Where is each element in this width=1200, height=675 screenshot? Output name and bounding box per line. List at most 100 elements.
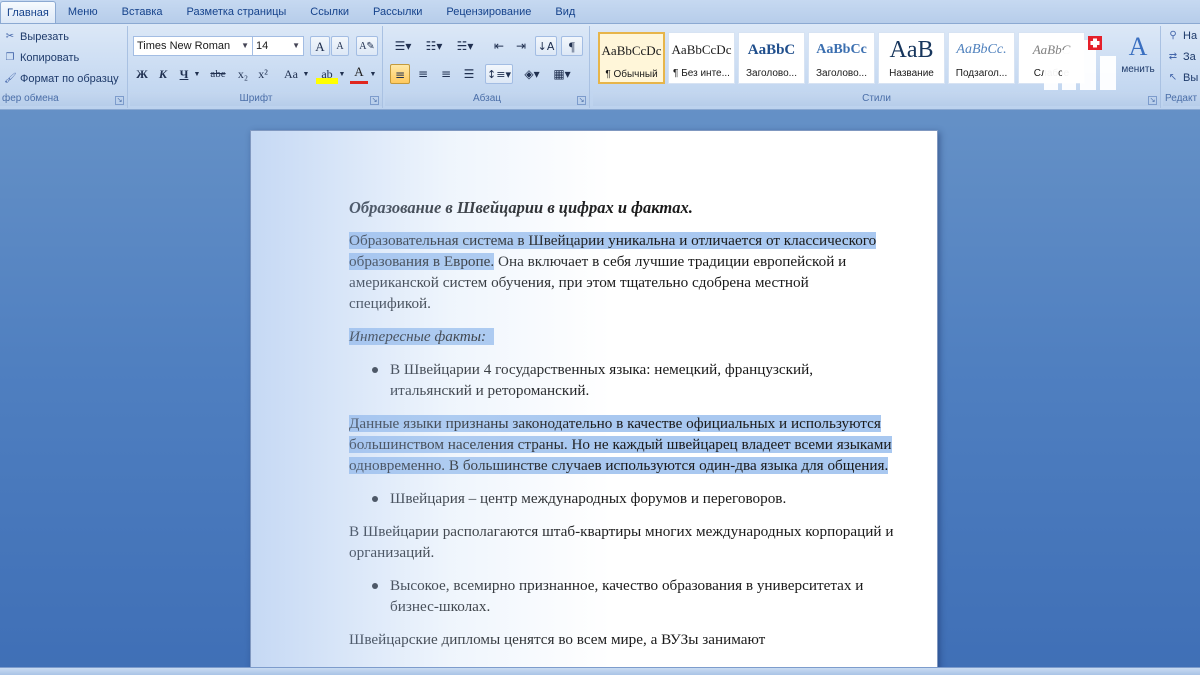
increase-indent-icon[interactable]: ⇥ [511, 36, 531, 56]
style-subtitle[interactable]: AaBbCc. Подзагол... [948, 32, 1015, 84]
chevron-down-icon[interactable]: ▼ [369, 64, 377, 84]
tab-home[interactable]: Главная [0, 1, 56, 23]
font-group: Times New Roman ▼ 14 ▼ A A A✎ Ж К Ч ▼ ab… [130, 26, 383, 108]
style-sample: AaBbC [747, 42, 796, 58]
bullets-icon[interactable]: ☰▾ [390, 36, 416, 56]
ribbon-tabs: Главная Меню Вставка Разметка страницы С… [0, 0, 1200, 24]
style-title[interactable]: AaB Название [878, 32, 945, 84]
replace-button[interactable]: ⇄ За [1167, 51, 1196, 63]
sort-icon[interactable]: ↓A [535, 36, 557, 56]
cut-label: Вырезать [20, 31, 69, 43]
selected-text: Данные языки признаны законодательно в к… [349, 415, 892, 474]
change-case-label: Aa [284, 67, 298, 81]
font-size-value: 14 [256, 40, 269, 52]
clipboard-launcher-icon[interactable]: ↘ [115, 96, 124, 105]
status-bar [0, 667, 1200, 675]
align-left-icon[interactable]: ≡ [390, 64, 410, 84]
style-sample: AaBbCcDc [601, 43, 662, 58]
bold-button[interactable]: Ж [133, 64, 151, 84]
scissors-icon: ✂ [5, 31, 15, 42]
cut-button[interactable]: ✂ Вырезать [4, 31, 69, 43]
cursor-icon: ↖ [1168, 72, 1178, 83]
chevron-down-icon: ▼ [241, 41, 249, 50]
style-no-spacing[interactable]: AaBbCcDc ¶ Без инте... [668, 32, 735, 84]
list-item: Швейцария – центр международных форумов … [349, 488, 894, 509]
multilevel-list-icon[interactable]: ☵▾ [452, 36, 478, 56]
borders-icon[interactable]: ▦▾ [549, 64, 575, 84]
change-styles-label: менить [1121, 64, 1155, 75]
font-size-select[interactable]: 14 ▼ [252, 36, 304, 56]
italic-button[interactable]: К [154, 64, 172, 84]
styles-launcher-icon[interactable]: ↘ [1148, 96, 1157, 105]
change-styles-button[interactable]: A менить [1117, 30, 1159, 90]
line-spacing-icon[interactable]: ↕≡▾ [485, 64, 513, 84]
tab-view[interactable]: Вид [543, 1, 587, 23]
style-heading-2[interactable]: AaBbCc Заголово... [808, 32, 875, 84]
align-center-icon[interactable]: ≡ [413, 64, 433, 84]
paragraph-group-label: Абзац [385, 92, 589, 106]
document-page[interactable]: Образование в Швейцарии в цифрах и факта… [250, 130, 938, 675]
strikethrough-button[interactable]: abe [206, 64, 230, 84]
tab-references[interactable]: Ссылки [298, 1, 361, 23]
copy-button[interactable]: ❐ Копировать [4, 52, 80, 64]
subscript-button[interactable]: x₂ [234, 64, 252, 84]
justify-icon[interactable]: ☰ [459, 64, 479, 84]
align-right-icon[interactable]: ≡ [436, 64, 456, 84]
clipboard-group-label: фер обмена [0, 92, 127, 106]
change-case-button[interactable]: Aa [280, 64, 302, 84]
shading-icon[interactable]: ◈▾ [519, 64, 545, 84]
pilcrow-icon[interactable]: ¶ [561, 36, 583, 56]
facts-heading-paragraph: Интересные факты: [349, 326, 894, 347]
paintbrush-icon: 🖌 [4, 73, 17, 84]
select-button[interactable]: ↖ Вы [1167, 72, 1198, 84]
format-painter-button[interactable]: 🖌 Формат по образцу [4, 73, 119, 85]
tab-insert[interactable]: Вставка [110, 1, 175, 23]
chevron-down-icon: ▼ [292, 41, 300, 50]
ribbon: ✂ Вырезать ❐ Копировать 🖌 Формат по обра… [0, 24, 1200, 110]
font-name-value: Times New Roman [137, 40, 231, 52]
tab-review[interactable]: Рецензирование [434, 1, 543, 23]
paragraph-launcher-icon[interactable]: ↘ [577, 96, 586, 105]
style-name: Название [889, 68, 934, 79]
subscript-label: x₂ [237, 67, 249, 81]
find-label: На [1183, 30, 1198, 42]
style-sample: AaB [889, 37, 934, 63]
change-styles-icon: A [1128, 32, 1148, 61]
highlight-icon[interactable]: ab [316, 64, 338, 84]
tab-page-layout[interactable]: Разметка страницы [175, 1, 299, 23]
numbering-icon[interactable]: ☷▾ [421, 36, 447, 56]
paragraph-1: Образовательная система в Швейцарии уник… [349, 230, 894, 314]
tab-mailings[interactable]: Рассылки [361, 1, 434, 23]
style-name: ¶ Обычный [605, 69, 658, 80]
underline-dropdown-icon[interactable]: ▼ [193, 64, 201, 84]
list-item: Высокое, всемирно признанное, качество о… [349, 575, 894, 617]
style-heading-1[interactable]: AaBbC Заголово... [738, 32, 805, 84]
underline-button[interactable]: Ч [175, 64, 193, 84]
paragraph-4: Швейцарские дипломы ценятся во всем мире… [349, 631, 766, 648]
superscript-label: x² [258, 67, 268, 81]
bold-label: Ж [136, 67, 148, 81]
chevron-down-icon[interactable]: ▼ [302, 64, 310, 84]
grow-font-button[interactable]: A [310, 36, 330, 56]
decrease-indent-icon[interactable]: ⇤ [489, 36, 509, 56]
styles-group-label: Стили [593, 92, 1160, 106]
font-name-select[interactable]: Times New Roman ▼ [133, 36, 253, 56]
font-color-icon[interactable]: A [350, 64, 368, 84]
document-title: Образование в Швейцарии в цифрах и факта… [349, 198, 693, 217]
font-group-label: Шрифт [130, 92, 382, 106]
superscript-button[interactable]: x² [254, 64, 272, 84]
style-sample: AaBbCc [816, 42, 867, 57]
tab-menu[interactable]: Меню [56, 1, 110, 23]
style-sample: AaBbCcDc [671, 42, 732, 57]
paragraph-2: Данные языки признаны законодательно в к… [349, 413, 894, 476]
chevron-down-icon[interactable]: ▼ [338, 64, 346, 84]
format-painter-label: Формат по образцу [20, 73, 119, 85]
clear-format-icon[interactable]: A✎ [356, 36, 378, 56]
style-normal[interactable]: AaBbCcDc ¶ Обычный [598, 32, 665, 84]
font-launcher-icon[interactable]: ↘ [370, 96, 379, 105]
find-button[interactable]: ⚲ На [1167, 30, 1197, 42]
document-body[interactable]: Образование в Швейцарии в цифрах и факта… [349, 197, 894, 662]
watermark-logo [1044, 36, 1116, 90]
shrink-font-button[interactable]: A [331, 36, 349, 56]
underline-label: Ч [179, 67, 189, 81]
